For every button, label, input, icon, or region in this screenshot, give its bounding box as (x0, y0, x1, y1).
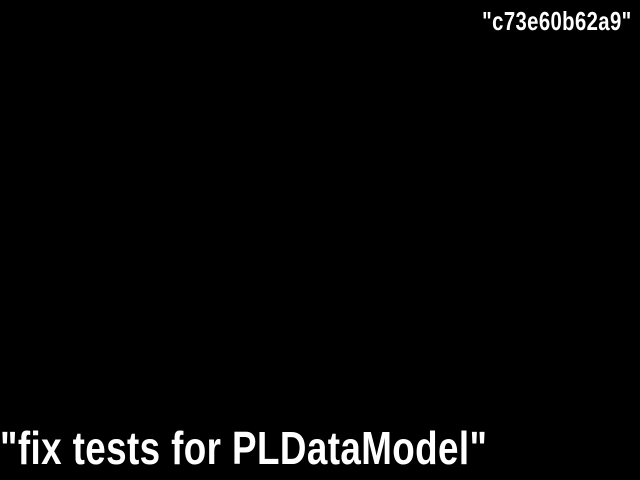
commit-message-caption: "fix tests for PLDataModel" (0, 422, 488, 474)
video-frame: "c73e60b62a9" "fix tests for PLDataModel… (0, 0, 640, 480)
commit-hash-label: "c73e60b62a9" (482, 6, 632, 36)
